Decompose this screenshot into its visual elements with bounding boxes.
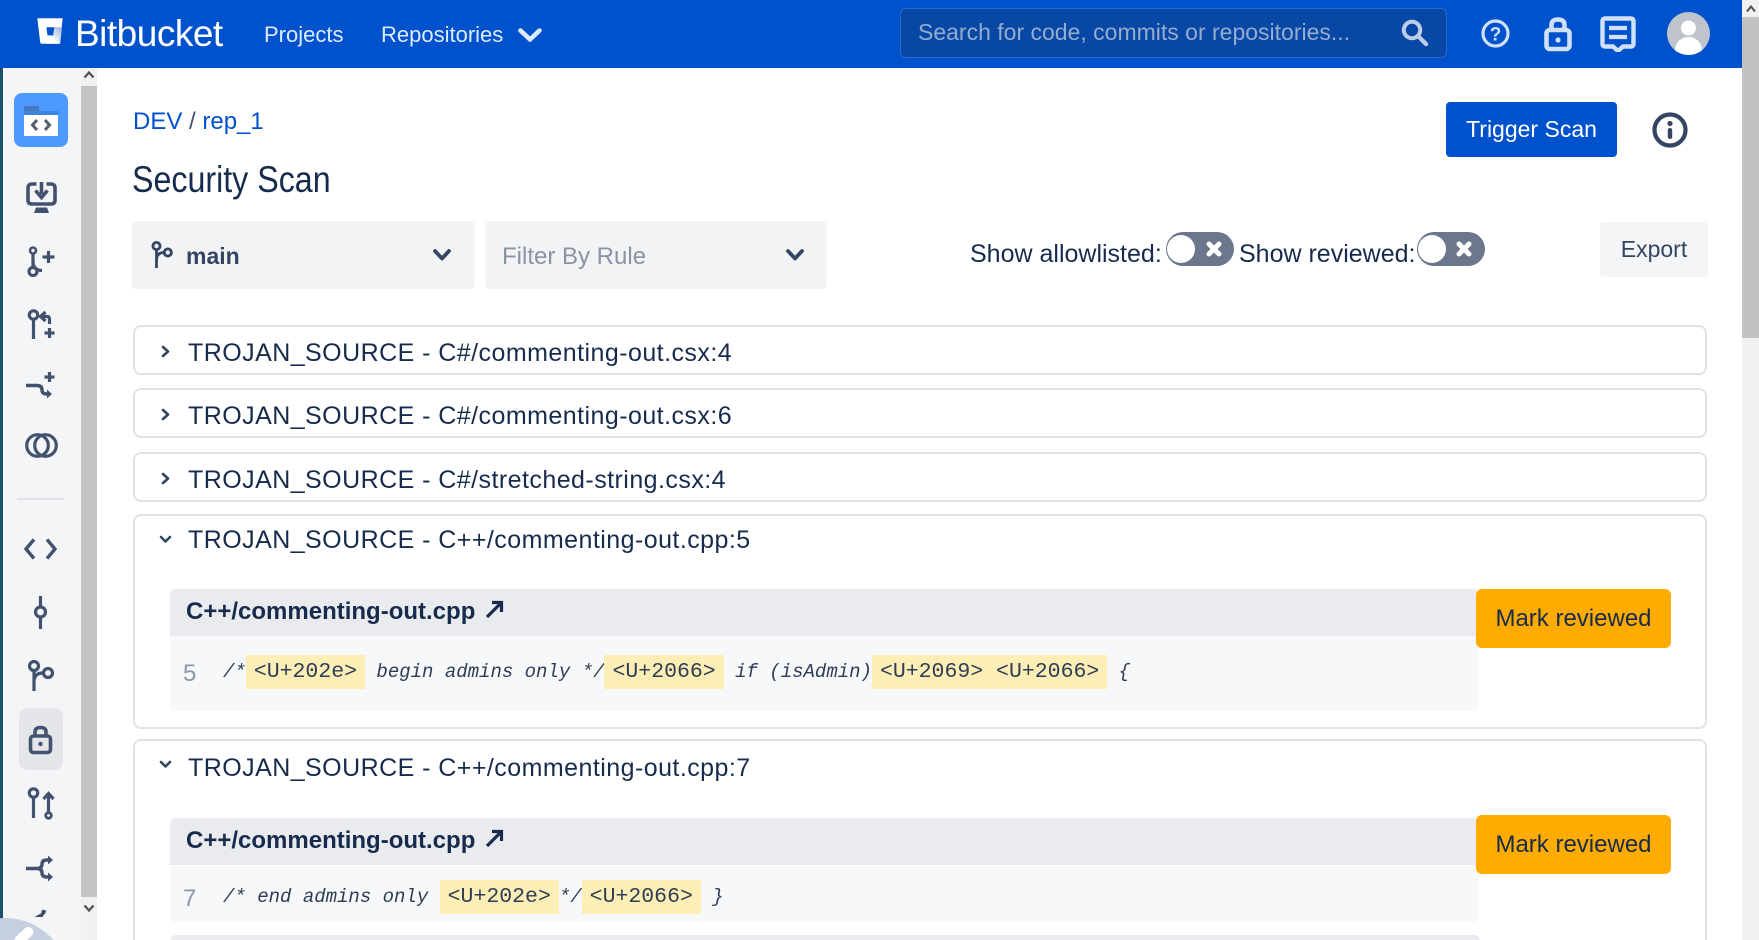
- svg-text:?: ?: [1490, 25, 1502, 46]
